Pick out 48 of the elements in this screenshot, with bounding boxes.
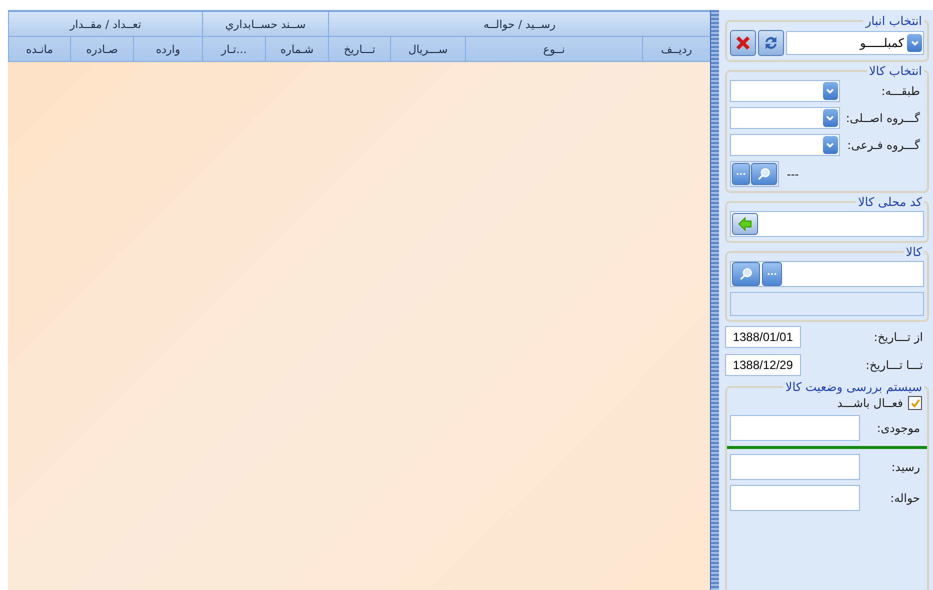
refresh-button[interactable] <box>758 30 784 56</box>
date-field[interactable]: 1388/01/01 <box>724 326 801 348</box>
value-field[interactable] <box>730 415 860 441</box>
field-label: موجودی: <box>876 421 920 435</box>
field-label: تـــا تـــاریخ: <box>864 358 923 372</box>
go-button[interactable] <box>732 213 758 235</box>
selection-text: --- <box>786 168 799 180</box>
search-button[interactable] <box>750 163 777 185</box>
field-label: از تـــاریخ: <box>872 330 923 344</box>
search-icon <box>738 267 753 281</box>
date-field[interactable]: 1388/12/29 <box>724 354 801 376</box>
field-label: گـــروه فـرعی: <box>846 138 921 152</box>
field-label: رسید: <box>890 460 920 474</box>
field-label: طبقـــه: <box>880 84 921 98</box>
close-icon <box>734 34 752 52</box>
more-button[interactable] <box>732 163 750 185</box>
checkbox-label: فعــال باشـــد <box>837 396 903 410</box>
goods-field[interactable] <box>730 261 924 287</box>
dropdown-field[interactable] <box>730 134 840 156</box>
field-label: گـــروه اصــلی: <box>846 111 921 125</box>
field-label: حواله: <box>889 491 920 505</box>
column-group-header: تعــداد / مقــدار <box>8 12 202 37</box>
section-title: انتخاب انبار <box>864 14 923 28</box>
arrow-left-icon <box>736 216 753 232</box>
code-field[interactable] <box>730 211 924 237</box>
warehouse-combo[interactable]: کمبلـــــو <box>786 31 924 55</box>
dropdown-icon <box>822 109 838 127</box>
dropdown-field[interactable] <box>730 80 840 102</box>
section-title: سیستم بررسی وضعیت کالا <box>784 380 923 394</box>
more-button[interactable] <box>762 262 782 286</box>
dropdown-icon <box>907 34 922 52</box>
search-icon <box>756 167 771 181</box>
column-group-header: رســید / حوالــه <box>328 12 710 37</box>
dropdown-field[interactable] <box>730 107 840 129</box>
column-group-header: ســند حســابداري <box>202 12 328 37</box>
search-button[interactable] <box>732 262 760 286</box>
ellipsis-icon <box>736 172 746 176</box>
section-title: کد محلی کالا <box>856 195 923 209</box>
checkbox[interactable] <box>908 396 922 410</box>
section-title: کالا <box>904 245 923 259</box>
value-field[interactable] <box>730 454 860 480</box>
ellipsis-icon <box>766 272 777 276</box>
clear-button[interactable] <box>730 30 756 56</box>
section-title: انتخاب کالا <box>868 64 923 78</box>
dropdown-icon <box>822 82 838 100</box>
splitter[interactable] <box>710 10 719 590</box>
value-field[interactable] <box>730 485 860 511</box>
dropdown-icon <box>822 136 838 154</box>
